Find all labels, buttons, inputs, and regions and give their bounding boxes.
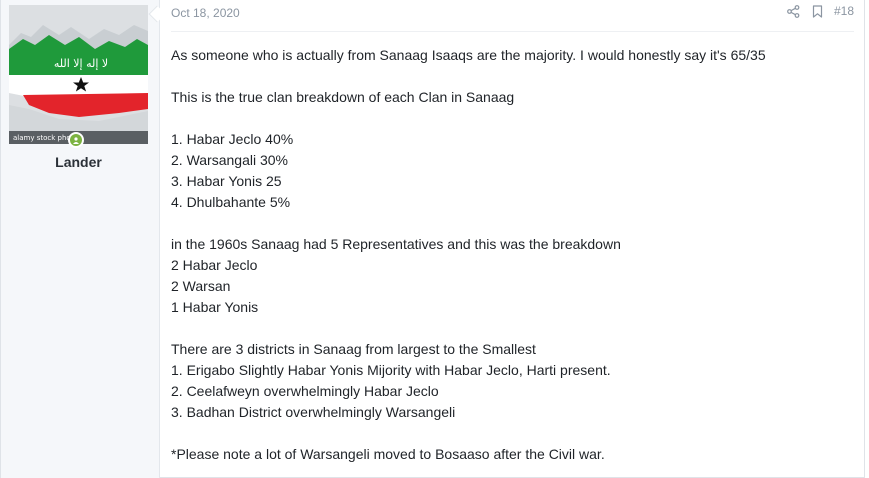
list-item: 2 Habar Jeclo: [171, 257, 258, 273]
avatar-image: لا إله إلا الله alamy stock photo: [9, 5, 148, 144]
districts-list: There are 3 districts in Sanaag from lar…: [171, 339, 854, 423]
post-body: As someone who is actually from Sanaag I…: [171, 45, 854, 478]
list-item: 3. Habar Yonis 25: [171, 173, 282, 189]
post-meta: Oct 18, 2020 #18: [171, 0, 854, 32]
list-item: 1 Habar Yonis: [171, 299, 259, 315]
text-line: This is the true clan breakdown of each …: [171, 89, 515, 105]
text-line: *Please note a lot of Warsangeli moved t…: [171, 446, 605, 462]
clan-list: 1. Habar Jeclo 40% 2. Warsangali 30% 3. …: [171, 129, 854, 213]
post-date[interactable]: Oct 18, 2020: [171, 6, 240, 20]
bookmark-icon[interactable]: [810, 3, 826, 19]
list-item: 4. Dhulbahante 5%: [171, 194, 291, 210]
text-line: As someone who is actually from Sanaag I…: [171, 47, 766, 63]
text-line: in the 1960s Sanaag had 5 Representative…: [171, 236, 621, 252]
svg-text:لا إله إلا الله: لا إله إلا الله: [54, 57, 108, 70]
list-item: 2 Warsan: [171, 278, 231, 294]
post-actions: #18: [786, 3, 854, 19]
list-item: 1. Erigabo Slightly Habar Yonis Mijority…: [171, 362, 611, 378]
post-content: Oct 18, 2020 #18 As someone who is actua…: [171, 0, 854, 478]
paragraph: *Please note a lot of Warsangeli moved t…: [171, 444, 854, 465]
paragraph: As someone who is actually from Sanaag I…: [171, 45, 854, 66]
list-item: 2. Warsangali 30%: [171, 152, 288, 168]
user-sidebar: لا إله إلا الله alamy stock photo Lander: [1, 0, 160, 478]
representatives-list: in the 1960s Sanaag had 5 Representative…: [171, 234, 854, 318]
avatar[interactable]: لا إله إلا الله alamy stock photo: [9, 5, 148, 144]
username-link[interactable]: Lander: [1, 154, 156, 170]
text-line: There are 3 districts in Sanaag from lar…: [171, 341, 536, 357]
online-status-icon: [68, 132, 84, 148]
post-number-link[interactable]: #18: [834, 4, 854, 18]
share-icon[interactable]: [786, 3, 802, 19]
list-item: 2. Ceelafweyn overwhelmingly Habar Jeclo: [171, 383, 439, 399]
list-item: 3. Badhan District overwhelmingly Warsan…: [171, 404, 456, 420]
forum-post: لا إله إلا الله alamy stock photo Lander…: [0, 0, 865, 478]
list-item: 1. Habar Jeclo 40%: [171, 131, 294, 147]
paragraph: This is the true clan breakdown of each …: [171, 87, 854, 108]
